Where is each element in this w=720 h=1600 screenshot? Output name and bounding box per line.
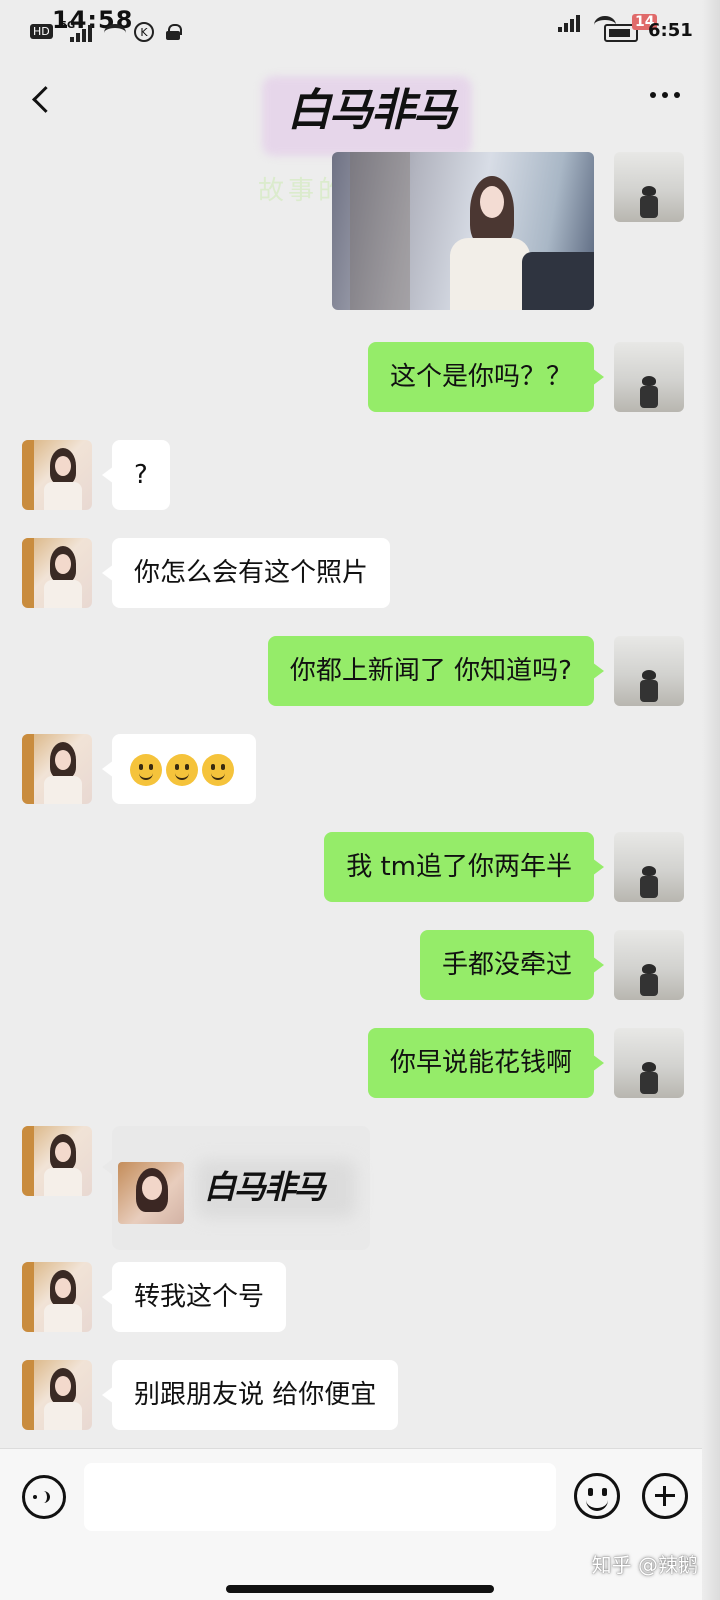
emoji-button[interactable] xyxy=(574,1473,620,1519)
input-bar: 知乎 @辣鹅 xyxy=(0,1448,720,1600)
message-bubble-mine[interactable]: 这个是你吗？？ xyxy=(367,342,605,412)
contact-avatar[interactable] xyxy=(22,440,92,510)
more-button[interactable] xyxy=(650,92,680,98)
chat-title: 白马非马 xyxy=(287,85,457,136)
message-bubble-mine[interactable]: 我 tm追了你两年半 xyxy=(324,832,604,902)
my-avatar[interactable] xyxy=(614,152,684,222)
contact-avatar[interactable] xyxy=(22,734,92,804)
card-avatar xyxy=(118,1162,184,1224)
card-name: 白马非马 xyxy=(204,1168,326,1206)
my-avatar[interactable] xyxy=(614,1028,684,1098)
my-avatar[interactable] xyxy=(614,636,684,706)
voice-button[interactable] xyxy=(22,1475,66,1519)
contact-card-message[interactable]: 白马非马 xyxy=(102,1126,370,1250)
screen-edge xyxy=(702,0,720,1600)
hd-badge: HD xyxy=(30,24,53,39)
signal-icon xyxy=(70,24,96,42)
wifi-icon xyxy=(104,24,126,42)
smile-emoji-icon xyxy=(166,753,198,786)
k-app-icon: K xyxy=(134,22,154,42)
contact-avatar[interactable] xyxy=(22,1360,92,1430)
message-input[interactable] xyxy=(84,1463,556,1531)
home-indicator[interactable] xyxy=(226,1585,494,1593)
my-avatar[interactable] xyxy=(614,342,684,412)
my-avatar[interactable] xyxy=(614,930,684,1000)
status-bar: HD 14:58 5G K 14 6:51 xyxy=(0,0,720,64)
message-list: 这个是你吗？？ ? 你怎么会有这个照片 你都上新闻了 你知道吗? 我 tm追了你… xyxy=(0,138,720,1448)
more-dots-icon xyxy=(650,92,656,98)
message-bubble-mine[interactable]: 手都没牵过 xyxy=(419,930,605,1000)
lock-icon xyxy=(166,24,182,40)
signal-right-icon xyxy=(558,14,584,32)
zhihu-watermark: 知乎 @辣鹅 xyxy=(591,1553,698,1577)
image-message[interactable] xyxy=(332,152,594,310)
contact-avatar[interactable] xyxy=(22,1126,92,1196)
message-bubble-theirs[interactable]: 你怎么会有这个照片 xyxy=(101,538,391,608)
message-bubble-mine[interactable]: 你都上新闻了 你知道吗? xyxy=(267,636,605,706)
smile-emoji-icon xyxy=(202,753,234,786)
contact-avatar[interactable] xyxy=(22,1262,92,1332)
smile-emoji-icon xyxy=(130,753,162,786)
plus-button[interactable] xyxy=(642,1473,688,1519)
message-bubble-theirs[interactable]: 别跟朋友说 给你便宜 xyxy=(101,1360,399,1430)
emoji-message[interactable] xyxy=(102,734,256,804)
back-button[interactable] xyxy=(26,82,58,118)
message-bubble-theirs[interactable]: ? xyxy=(102,440,170,510)
contact-avatar[interactable] xyxy=(22,538,92,608)
message-bubble-mine[interactable]: 你早说能花钱啊 xyxy=(367,1028,605,1098)
my-avatar[interactable] xyxy=(614,832,684,902)
status-clock-right: 6:51 xyxy=(648,20,693,41)
message-bubble-theirs[interactable]: 转我这个号 xyxy=(101,1262,287,1332)
